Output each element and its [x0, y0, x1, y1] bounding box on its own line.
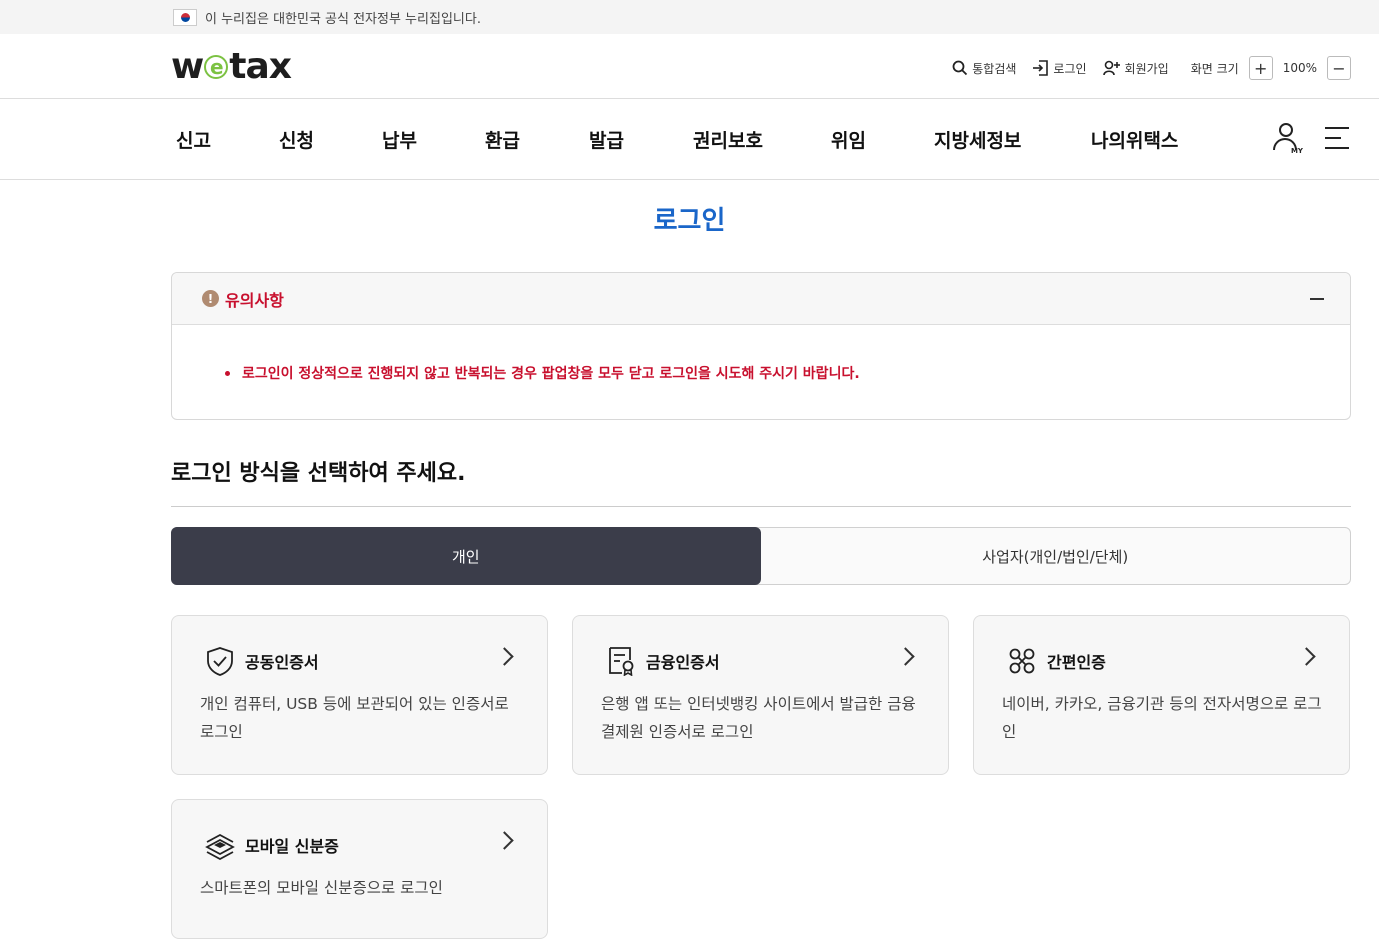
- search-link[interactable]: 통합검색: [952, 60, 1016, 77]
- zoom-value: 100%: [1282, 61, 1317, 75]
- simple-auth-icon: [1009, 648, 1035, 674]
- gnb-item-delegation[interactable]: 위임: [831, 99, 866, 179]
- header: w e tax 통합검색 로그인 회원가입 화면 크기 + 100% −: [0, 34, 1379, 99]
- tab-business[interactable]: 사업자(개인/법인/단체): [761, 528, 1351, 584]
- zoom-in-button[interactable]: +: [1248, 56, 1273, 80]
- card-description: 은행 앱 또는 인터넷뱅킹 사이트에서 발급한 금융결제원 인증서로 로그인: [601, 695, 916, 741]
- wetax-logo[interactable]: w e tax: [171, 46, 292, 87]
- gnb-item-my-wetax[interactable]: 나의위택스: [1091, 99, 1178, 179]
- section-title: 로그인 방식을 선택하여 주세요.: [171, 461, 466, 486]
- gnb-item-payment[interactable]: 납부: [382, 99, 417, 179]
- login-card-simple-auth[interactable]: 간편인증 네이버, 카카오, 금융기관 등의 전자서명으로 로그인: [973, 615, 1350, 775]
- notice-panel: ! 유의사항 로그인이 정상적으로 진행되지 않고 반복되는 경우 팝업창을 모…: [171, 272, 1351, 420]
- card-description: 네이버, 카카오, 금융기관 등의 전자서명으로 로그인: [1002, 695, 1322, 741]
- card-description: 스마트폰의 모바일 신분증으로 로그인: [200, 879, 443, 897]
- card-title: 모바일 신분증: [245, 837, 339, 856]
- collapse-icon[interactable]: [1310, 298, 1324, 300]
- gnb-item-refund[interactable]: 환급: [485, 99, 520, 179]
- warning-icon: !: [202, 290, 219, 307]
- my-label: MY: [1290, 147, 1303, 155]
- notice-title: 유의사항: [225, 290, 284, 310]
- login-link[interactable]: 로그인: [1032, 60, 1087, 77]
- chevron-right-icon: [495, 831, 514, 850]
- certificate-icon: [609, 647, 634, 676]
- join-link[interactable]: 회원가입: [1102, 60, 1169, 77]
- page-title: 로그인: [653, 206, 726, 236]
- chevron-right-icon: [1297, 647, 1316, 666]
- login-card-joint-certificate[interactable]: 공동인증서 개인 컴퓨터, USB 등에 보관되어 있는 인증서로 로그인: [171, 615, 548, 775]
- notice-body: 로그인이 정상적으로 진행되지 않고 반복되는 경우 팝업창을 모두 닫고 로그…: [172, 325, 1350, 383]
- gov-banner-text: 이 누리집은 대한민국 공식 전자정부 누리집입니다.: [205, 11, 481, 27]
- tab-individual[interactable]: 개인: [171, 527, 761, 585]
- shield-check-icon: [207, 647, 233, 676]
- logo-w: w: [171, 46, 204, 87]
- korea-flag-icon: [173, 8, 197, 26]
- gnb-item-rights[interactable]: 권리보호: [693, 99, 763, 179]
- screen-size-label: 화면 크기: [1190, 61, 1239, 76]
- gnb-item-issue[interactable]: 발급: [589, 99, 624, 179]
- notice-message: 로그인이 정상적으로 진행되지 않고 반복되는 경우 팝업창을 모두 닫고 로그…: [242, 366, 860, 382]
- login-label: 로그인: [1053, 61, 1087, 76]
- card-title: 공동인증서: [245, 653, 319, 672]
- gov-banner: 이 누리집은 대한민국 공식 전자정부 누리집입니다.: [0, 0, 1379, 34]
- card-title: 금융인증서: [646, 653, 720, 672]
- gnb-item-apply[interactable]: 신청: [279, 99, 314, 179]
- chevron-right-icon: [495, 647, 514, 666]
- gnb-item-local-tax-info[interactable]: 지방세정보: [934, 99, 1021, 179]
- logo-e: e: [204, 55, 229, 79]
- hamburger-menu-icon[interactable]: [1325, 127, 1349, 149]
- chevron-right-icon: [896, 647, 915, 666]
- gnb-item-report[interactable]: 신고: [176, 99, 211, 179]
- mobile-id-icon: [205, 833, 235, 860]
- login-card-mobile-id[interactable]: 모바일 신분증 스마트폰의 모바일 신분증으로 로그인: [171, 799, 548, 939]
- login-icon: [1033, 60, 1049, 76]
- login-type-tabs: 개인 사업자(개인/법인/단체): [171, 527, 1351, 585]
- utility-menu: 통합검색 로그인 회원가입 화면 크기 + 100% −: [936, 56, 1351, 80]
- screen-size-control: 화면 크기 + 100% −: [1191, 56, 1351, 80]
- search-label: 통합검색: [972, 61, 1017, 76]
- divider: [171, 506, 1351, 507]
- card-title: 간편인증: [1047, 653, 1106, 672]
- zoom-out-button[interactable]: −: [1327, 56, 1351, 80]
- user-plus-icon: [1102, 60, 1120, 76]
- card-description: 개인 컴퓨터, USB 등에 보관되어 있는 인증서로 로그인: [200, 695, 509, 741]
- global-nav: 신고 신청 납부 환급 발급 권리보호 위임 지방세정보 나의위택스 MY: [0, 99, 1379, 180]
- logo-tax: tax: [229, 46, 292, 87]
- notice-header[interactable]: ! 유의사항: [172, 273, 1350, 325]
- login-card-financial-certificate[interactable]: 금융인증서 은행 앱 또는 인터넷뱅킹 사이트에서 발급한 금융결제원 인증서로…: [572, 615, 949, 775]
- search-icon: [952, 60, 968, 76]
- join-label: 회원가입: [1124, 61, 1169, 76]
- my-page-icon[interactable]: MY: [1271, 121, 1303, 155]
